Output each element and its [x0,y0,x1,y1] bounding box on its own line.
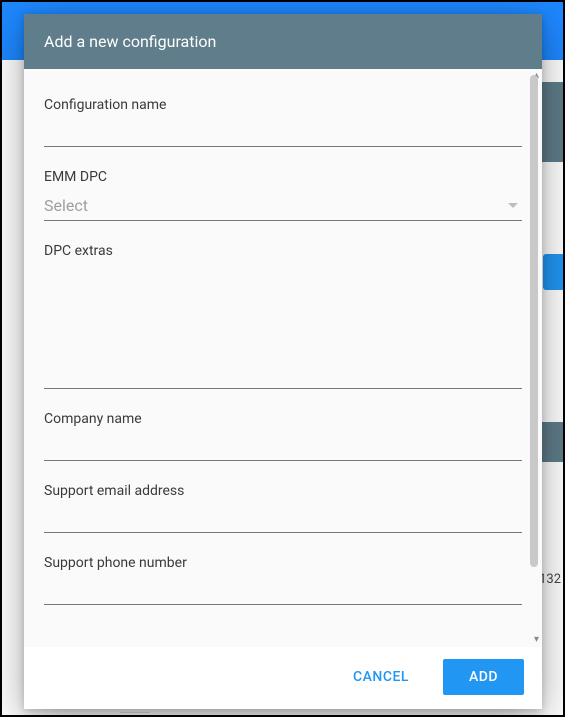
dialog-body[interactable]: Configuration name EMM DPC Select DPC ex… [24,69,542,647]
dpc-extras-input[interactable] [44,263,522,389]
support-phone-input[interactable] [44,575,522,605]
dialog-title: Add a new configuration [24,14,542,69]
dialog-body-container: Configuration name EMM DPC Select DPC ex… [24,69,542,647]
add-button[interactable]: ADD [443,659,524,695]
support-email-input[interactable] [44,503,522,533]
field-support-phone: Support phone number [44,555,522,605]
emm-dpc-select[interactable]: Select [44,189,522,221]
background-button-fragment [543,254,563,290]
emm-dpc-placeholder: Select [44,196,88,215]
field-company-name: Company name [44,411,522,461]
scroll-up-icon: ▴ [534,71,539,81]
field-support-email: Support email address [44,483,522,533]
chevron-down-icon [508,203,518,208]
field-emm-dpc: EMM DPC Select [44,169,522,221]
dialog-footer: CANCEL ADD [24,647,542,709]
field-dpc-extras: DPC extras [44,243,522,389]
emm-dpc-label: EMM DPC [44,169,522,185]
configuration-name-label: Configuration name [44,97,522,113]
scroll-down-icon: ▾ [534,635,539,645]
field-configuration-name: Configuration name [44,97,522,147]
support-phone-label: Support phone number [44,555,522,571]
dpc-extras-label: DPC extras [44,243,522,259]
company-name-input[interactable] [44,431,522,461]
cancel-button[interactable]: CANCEL [333,659,429,695]
support-email-label: Support email address [44,483,522,499]
configuration-name-input[interactable] [44,117,522,147]
add-configuration-dialog: Add a new configuration Configuration na… [24,14,542,709]
company-name-label: Company name [44,411,522,427]
background-text-fragment: 132 [539,572,561,587]
